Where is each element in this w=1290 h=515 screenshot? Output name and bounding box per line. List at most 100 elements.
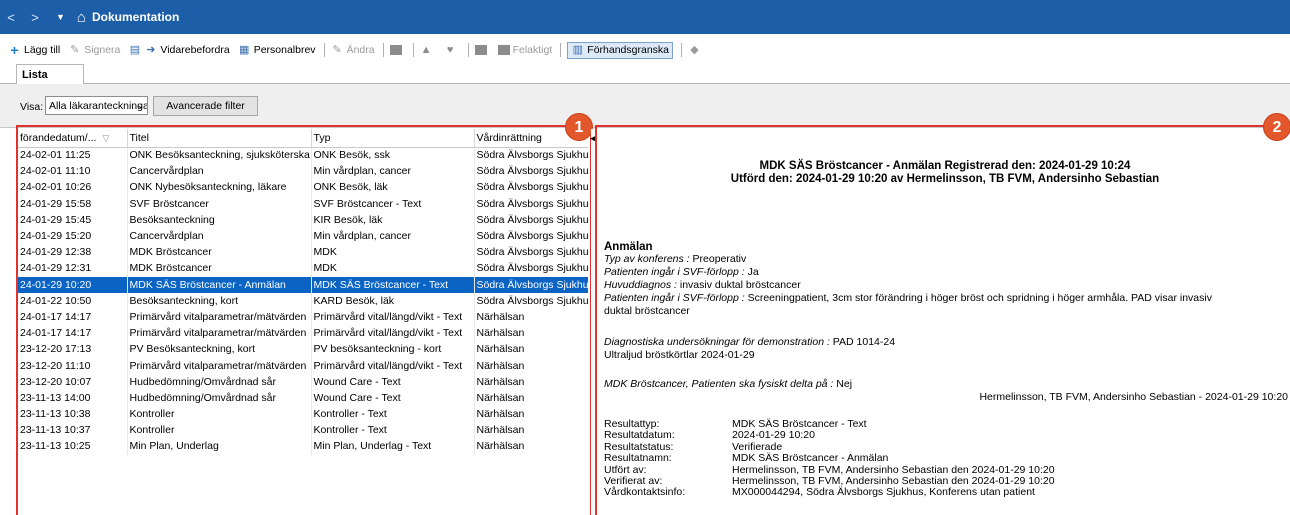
cell-type: Kontroller - Text [311, 422, 475, 439]
diagnostic-exams-label: Diagnostiska undersökningar för demonstr… [604, 336, 830, 348]
mdk-participation-label: MDK Bröstcancer, Patienten ska fysiskt d… [604, 378, 834, 390]
cell-date: 23-12-20 11:10 [18, 357, 128, 374]
preview-button[interactable]: ▥ Förhandsgranska [567, 41, 673, 59]
block-button[interactable] [474, 45, 490, 55]
table-row[interactable]: 23-12-20 11:10 Primärvård vitalparametrar… [18, 357, 588, 374]
svf-status-value: Ja [744, 266, 759, 278]
tag-button[interactable]: ◆ [688, 44, 704, 57]
cell-facility: Södra Älvsborgs Sjukhus [474, 227, 588, 245]
page-title: Dokumentation [91, 10, 180, 24]
edit-button[interactable]: ✎ Ändra [331, 44, 374, 57]
cell-date: 24-01-17 14:17 [18, 308, 128, 326]
table-row[interactable]: 23-12-20 17:13 PV Besöksanteckning, kort P… [18, 341, 588, 358]
table-row[interactable]: 24-02-01 11:25 ONK Besöksanteckning, sjuk… [18, 147, 588, 164]
table-row[interactable]: 24-01-29 15:45 Besöksanteckning KIR Besök,… [18, 211, 588, 228]
table-row[interactable]: 24-01-22 10:50 Besöksanteckning, kort KARD… [18, 292, 588, 309]
toolbar-separator [382, 43, 384, 57]
toolbar-separator [323, 43, 325, 57]
table-row[interactable]: 24-01-29 10:20 MDK SÄS Bröstcancer - Anmä… [18, 276, 588, 293]
cell-date: 24-01-29 10:20 [18, 276, 128, 293]
table-row[interactable]: 24-01-29 12:38 MDK Bröstcancer MDK Södra Äl… [18, 244, 588, 261]
result-value: MX000044294, Södra Älvsborgs Sjukhus, Ko… [732, 486, 1035, 499]
chevron-down-icon[interactable]: ▼ [56, 12, 65, 22]
cell-facility: Södra Älvsborgs Sjukhus [474, 211, 588, 228]
back-icon[interactable]: < [6, 10, 16, 25]
cell-title: Min Plan, Underlag [127, 438, 312, 455]
table-row[interactable]: 24-02-01 11:10 Cancervårdplan Min vårdplan… [18, 163, 588, 180]
heart-button[interactable]: ♥ [444, 44, 460, 57]
cell-date: 24-01-29 15:58 [18, 195, 128, 212]
cell-type: KARD Besök, läk [311, 292, 475, 309]
cell-date: 24-02-01 11:10 [18, 163, 128, 180]
table-row[interactable]: 23-11-13 10:37 Kontroller Kontroller - Tex… [18, 422, 588, 439]
forward-icon[interactable]: > [30, 10, 40, 25]
cell-title: ONK Besöksanteckning, sjuksköterska [127, 147, 312, 164]
cell-facility: Närhälsan [474, 373, 588, 390]
main-diagnosis-label: Huvuddiagnos : [604, 279, 677, 291]
column-header-date[interactable]: förandedatum/... ▽ [18, 129, 128, 148]
toolbar-separator [681, 43, 682, 57]
table-row[interactable]: 24-01-17 14:17 Primärvård vitalparametrar… [18, 325, 588, 342]
panel-splitter[interactable]: ◀ [590, 129, 599, 515]
svf-detail-label: Patienten ingår i SVF-förlopp : [604, 292, 745, 304]
tag-icon: ◆ [690, 43, 699, 56]
column-header-title[interactable]: Titel [127, 129, 312, 148]
result-value: MDK SÄS Bröstcancer - Text [732, 418, 867, 430]
document-search-icon: ▤ [129, 43, 141, 56]
table-row[interactable]: 24-02-01 10:26 ONK Nybesöksanteckning, lä… [18, 179, 588, 196]
wrong-button[interactable]: Felaktigt [497, 44, 552, 56]
toolbar: + Lägg till ✎ Signera ▤ ➜ Vidarebefordra… [0, 38, 712, 62]
cell-type: Kontroller - Text [311, 406, 475, 423]
table-row[interactable]: 24-01-29 15:58 SVF Bröstcancer SVF Bröstca… [18, 195, 588, 212]
result-key: Resultatnamn: [604, 452, 672, 465]
toolbar-separator [467, 43, 469, 57]
thumbs-up-button[interactable]: ▲ [420, 44, 436, 57]
table-row[interactable]: 24-01-29 12:31 MDK Bröstcancer MDK Södra Äl… [18, 260, 588, 277]
column-header-type[interactable]: Typ [311, 129, 475, 148]
cell-title: Cancervårdplan [127, 163, 312, 180]
table-row[interactable]: 23-11-13 10:25 Min Plan, Underlag Min Plan… [18, 438, 588, 455]
sign-button[interactable]: ✎ Signera [68, 44, 120, 57]
result-value: Verifierade [732, 440, 783, 453]
table-row[interactable]: 24-01-29 15:20 Cancervårdplan Min vårdplan… [18, 227, 588, 245]
cell-facility: Närhälsan [474, 341, 588, 358]
result-key: Resultatstatus: [604, 440, 674, 453]
table-row[interactable]: 23-11-13 10:38 Kontroller Kontroller - Tex… [18, 406, 588, 423]
copy-button[interactable] [389, 45, 405, 55]
cell-title: PV Besöksanteckning, kort [127, 341, 312, 358]
forward-button[interactable]: ▤ ➜ Vidarebefordra [128, 43, 230, 57]
table-row[interactable]: 23-11-13 14:00 Hudbedömning/Omvårdnad sår… [18, 389, 588, 406]
advanced-filter-button[interactable]: Avancerade filter [153, 96, 258, 116]
svf-status-label: Patienten ingår i SVF-förlopp : [604, 266, 745, 278]
personal-letter-button[interactable]: ▦ Personalbrev [238, 44, 316, 57]
cell-type: ONK Besök, läk [311, 179, 475, 196]
mdk-participation: MDK Bröstcancer, Patienten ska fysiskt d… [604, 378, 852, 390]
collapse-arrow-icon[interactable]: ◀ [590, 133, 597, 144]
add-button[interactable]: + Lägg till [8, 41, 60, 58]
cell-title: Besöksanteckning [127, 211, 312, 228]
tab-list[interactable]: Lista [16, 64, 84, 85]
show-select[interactable]: Alla läkaranteckningar ⌄ [45, 96, 148, 115]
table-header-row: förandedatum/... ▽ Titel Typ Vårdinrättni… [18, 129, 588, 148]
home-icon[interactable]: ⌂ [77, 9, 86, 26]
cell-date: 23-11-13 10:37 [18, 422, 128, 439]
cell-facility: Södra Älvsborgs Sjukhus [474, 179, 588, 196]
cell-date: 24-01-29 15:45 [18, 211, 128, 228]
cell-title: Hudbedömning/Omvårdnad sår [127, 389, 312, 406]
copy-icon [389, 45, 402, 55]
cell-title: Primärvård vitalparametrar/mätvärden [127, 357, 312, 374]
cell-date: 23-11-13 14:00 [18, 389, 128, 406]
plus-icon: + [10, 41, 19, 58]
cell-facility: Södra Älvsborgs Sjukhus [474, 195, 588, 212]
result-value: 2024-01-29 10:20 [732, 429, 815, 442]
table-row[interactable]: 23-12-20 10:07 Hudbedömning/Omvårdnad sår… [18, 373, 588, 390]
conference-type-value: Preoperativ [689, 253, 747, 265]
cell-facility: Södra Älvsborgs Sjukhus [474, 147, 588, 164]
cell-facility: Södra Älvsborgs Sjukhus [474, 260, 588, 277]
mdk-participation-value: Nej [833, 378, 853, 390]
diagnostic-exams-value: PAD 1014-24 [829, 336, 896, 348]
result-value: Hermelinsson, TB FVM, Andersinho Sebasti… [732, 475, 1055, 487]
column-header-date-label: förandedatum/... [20, 131, 97, 144]
cell-date: 24-01-22 10:50 [18, 292, 128, 309]
table-row[interactable]: 24-01-17 14:17 Primärvård vitalparametrar… [18, 308, 588, 326]
